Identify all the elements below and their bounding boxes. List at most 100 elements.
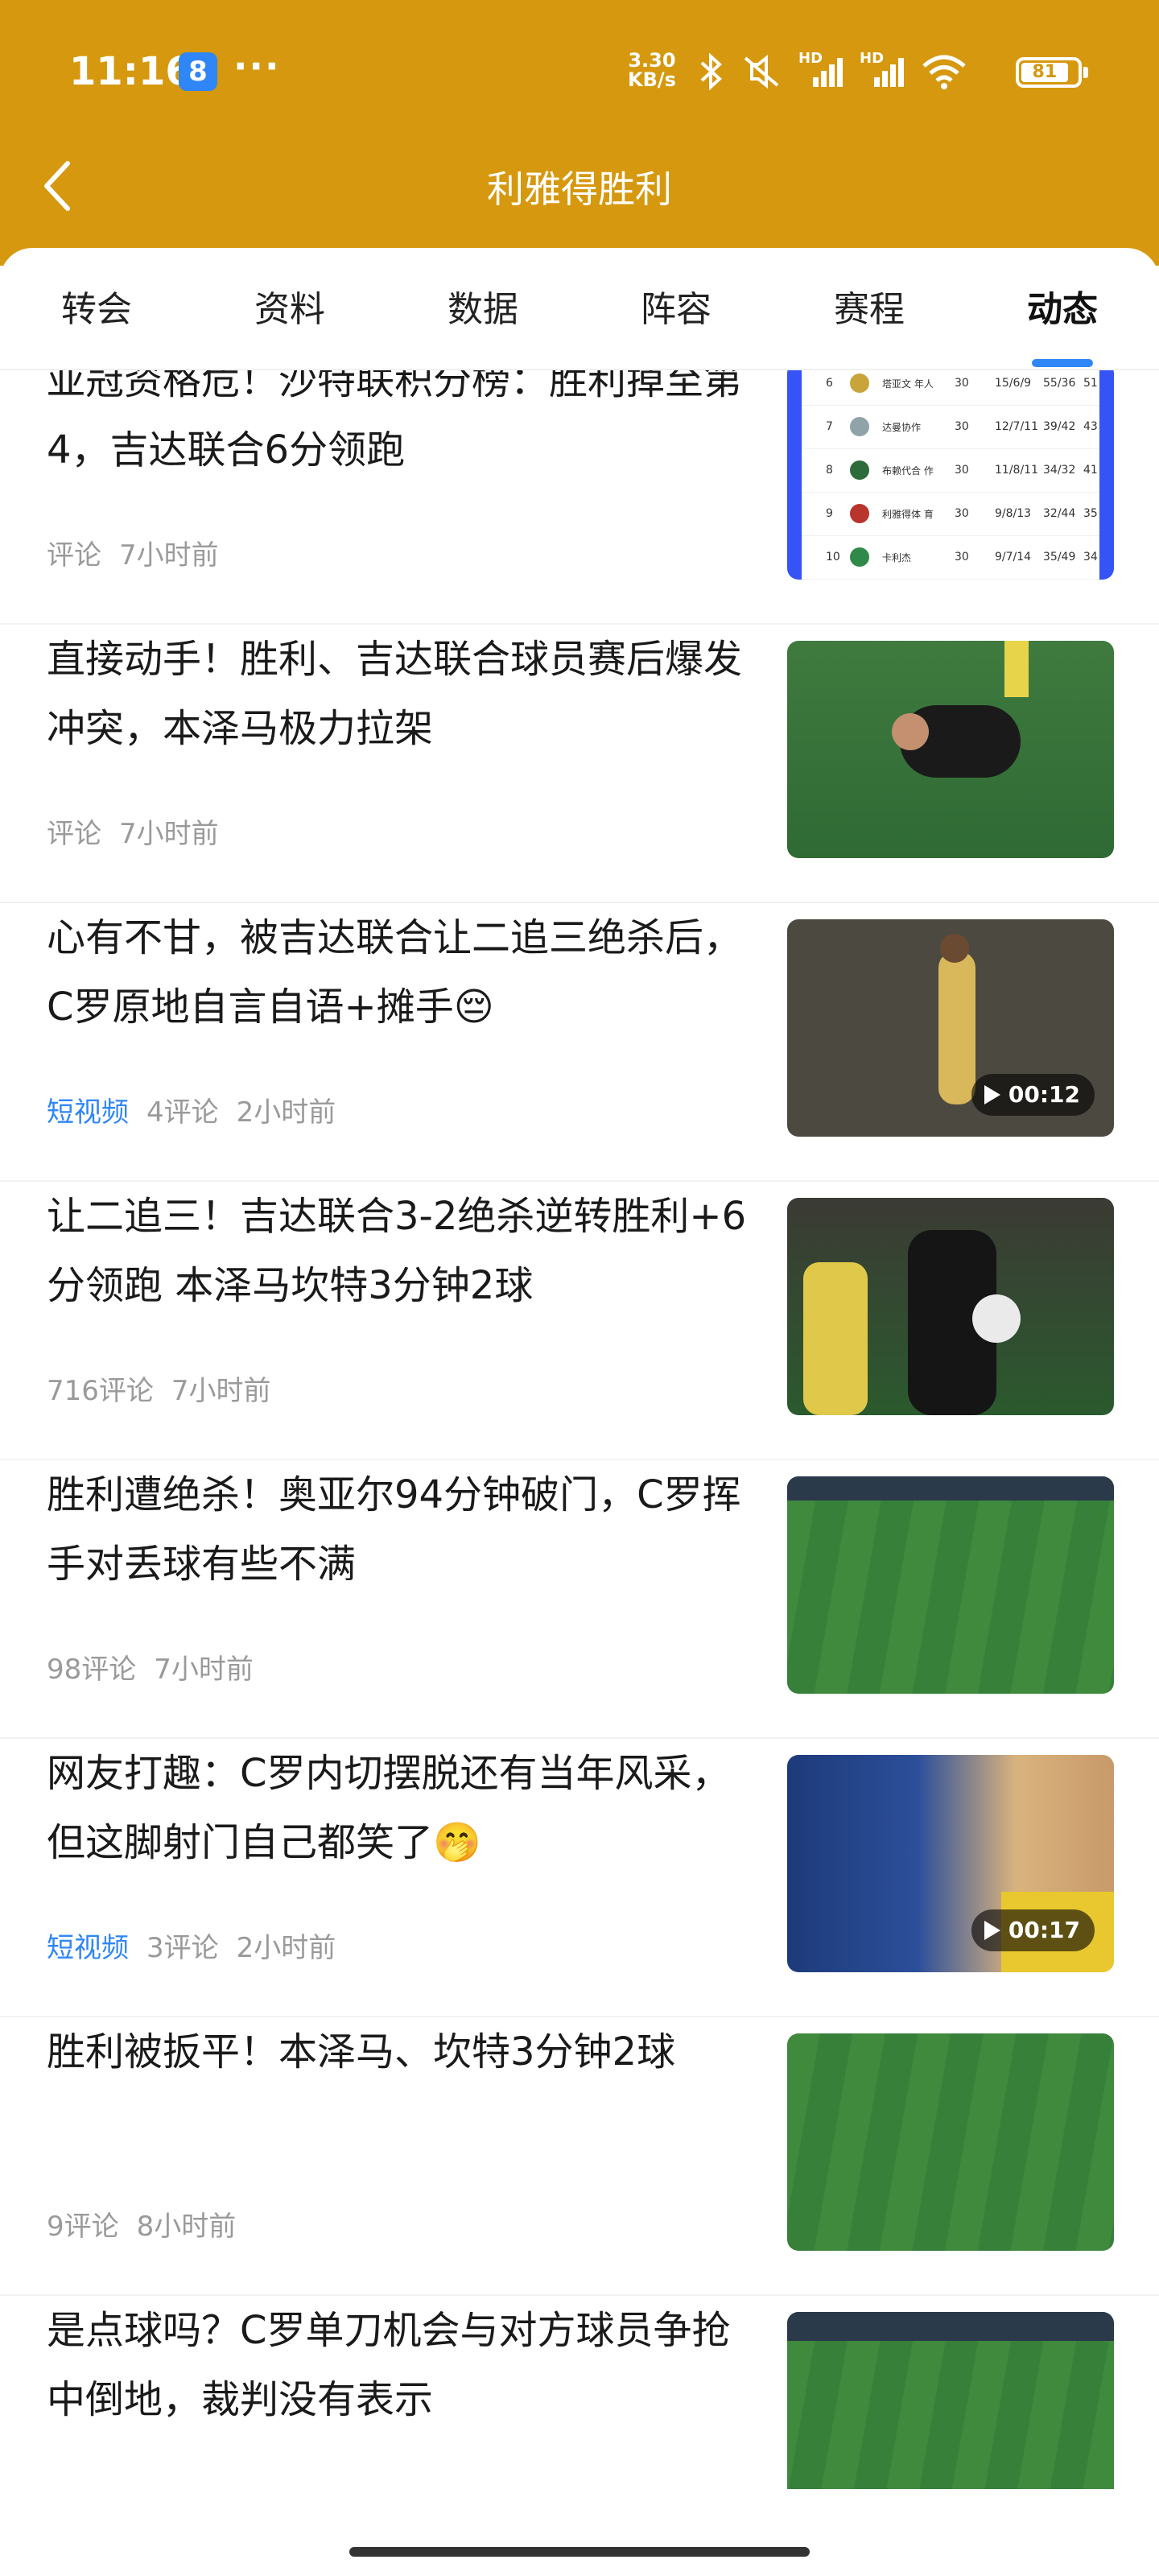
standings-wdl: 11/8/11 xyxy=(995,464,1038,477)
article-meta: 评论 7小时前 xyxy=(47,811,219,851)
article-thumbnail xyxy=(787,2033,1114,2251)
standings-rank: 9 xyxy=(826,507,833,520)
player-head xyxy=(940,934,969,963)
status-bar: 11:16 8 ··· 3.30 KB/s HD HD 81 xyxy=(0,44,1159,101)
standings-team: 塔亚文 年人 xyxy=(882,378,934,390)
player-legs xyxy=(1004,641,1029,697)
standings-row: 9 利雅得体 育 30 9/8/13 32/44 35 xyxy=(802,493,1099,536)
article-comments: 评论 xyxy=(47,818,101,850)
standings-wdl: 9/8/13 xyxy=(995,507,1032,520)
article-thumbnail xyxy=(787,2312,1114,2489)
short-video-tag[interactable]: 短视频 xyxy=(47,1096,129,1129)
stands xyxy=(787,2312,1114,2341)
standings-table-image: 6 塔亚文 年人 30 15/6/9 55/36 51 7 达曼协作 30 12… xyxy=(787,370,1114,580)
article-meta: 短视频 3评论 2小时前 xyxy=(47,1926,336,1965)
standings-rank: 8 xyxy=(826,464,833,477)
signal-2-icon: HD xyxy=(860,50,905,90)
player-figure xyxy=(803,1262,868,1415)
tab-profile[interactable]: 资料 xyxy=(209,280,370,332)
standings-row: 6 塔亚文 年人 30 15/6/9 55/36 51 xyxy=(802,370,1099,406)
article-time: 2小时前 xyxy=(236,1096,336,1129)
more-notifications-icon: ··· xyxy=(233,44,281,88)
list-item[interactable]: 胜利遭绝杀！奥亚尔94分钟破门，C罗挥手对丢球有些不满 98评论 7小时前 xyxy=(0,1460,1159,1739)
list-item[interactable]: 网友打趣：C罗内切摆脱还有当年风采，但这脚射门自己都笑了🤭 短视频 3评论 2小时前… xyxy=(0,1739,1159,2017)
video-duration-badge: 00:12 xyxy=(971,1074,1095,1116)
list-item[interactable]: 让二追三！吉达联合3-2绝杀逆转胜利+6分领跑 本泽马坎特3分钟2球 716评论… xyxy=(0,1182,1159,1460)
tab-active-indicator xyxy=(1032,359,1093,367)
standings-rank: 7 xyxy=(826,420,833,433)
standings-border-left xyxy=(787,370,802,580)
standings-row: 10 卡利杰 30 9/7/14 35/49 34 xyxy=(802,536,1099,580)
article-comments: 716评论 xyxy=(47,1375,154,1407)
standings-team: 卡利杰 xyxy=(882,552,912,564)
standings-points: 41 xyxy=(1083,464,1098,477)
standings-rank: 10 xyxy=(826,551,840,564)
video-duration: 00:12 xyxy=(1008,1081,1080,1108)
status-time: 11:16 xyxy=(69,49,192,94)
standings-team: 利雅得体 育 xyxy=(882,509,934,520)
team-logo-icon xyxy=(850,417,869,436)
tab-squad[interactable]: 阵容 xyxy=(596,280,757,332)
article-title: 胜利遭绝杀！奥亚尔94分钟破门，C罗挥手对丢球有些不满 xyxy=(47,1472,741,1587)
play-icon xyxy=(984,1085,1000,1104)
app-notification-icon: 8 xyxy=(179,52,217,91)
list-item[interactable]: 亚冠资格危！沙特联积分榜：胜利掉至第4，吉达联合6分领跑 评论 7小时前 6 塔亚… xyxy=(0,370,1159,625)
status-icons: HD HD xyxy=(697,50,967,93)
tab-bar: 转会 资料 数据 阵容 赛程 动态 xyxy=(0,248,1159,370)
short-video-tag[interactable]: 短视频 xyxy=(47,1932,129,1964)
team-logo-icon xyxy=(850,547,869,567)
team-logo-icon xyxy=(850,460,869,480)
standings-rank: 6 xyxy=(826,377,833,390)
standings-goals: 55/36 xyxy=(1043,377,1076,390)
home-indicator[interactable] xyxy=(349,2547,810,2557)
tab-transfers[interactable]: 转会 xyxy=(16,280,177,332)
team-logo-icon xyxy=(850,504,869,523)
list-item[interactable]: 直接动手！胜利、吉达联合球员赛后爆发冲突，本泽马极力拉架 评论 7小时前 xyxy=(0,625,1159,903)
tab-news[interactable]: 动态 xyxy=(982,280,1143,332)
standings-points: 43 xyxy=(1083,420,1098,433)
article-thumbnail xyxy=(787,641,1114,858)
signal-1-icon: HD xyxy=(798,50,843,90)
tab-stats[interactable]: 数据 xyxy=(402,280,563,332)
stands xyxy=(787,1476,1114,1501)
article-meta: 716评论 7小时前 xyxy=(47,1368,271,1408)
article-comments: 评论 xyxy=(47,539,101,572)
article-title: 直接动手！胜利、吉达联合球员赛后爆发冲突，本泽马极力拉架 xyxy=(47,637,743,751)
network-speed: 3.30 KB/s xyxy=(628,51,676,89)
list-item[interactable]: 是点球吗？C罗单刀机会与对方球员争抢中倒地，裁判没有表示 xyxy=(0,2296,1159,2528)
page-title: 利雅得胜利 xyxy=(487,167,672,211)
article-time: 8小时前 xyxy=(136,2211,237,2243)
team-logo-icon xyxy=(850,374,869,393)
tab-schedule[interactable]: 赛程 xyxy=(789,280,950,332)
article-thumbnail: 6 塔亚文 年人 30 15/6/9 55/36 51 7 达曼协作 30 12… xyxy=(787,370,1114,580)
article-title: 胜利被扳平！本泽马、坎特3分钟2球 xyxy=(47,2029,676,2074)
player-head xyxy=(892,713,929,750)
standings-goals: 35/49 xyxy=(1043,551,1076,564)
standings-goals: 32/44 xyxy=(1043,507,1076,520)
article-meta: 短视频 4评论 2小时前 xyxy=(47,1090,336,1129)
standings-wdl: 9/7/14 xyxy=(995,551,1032,564)
article-thumbnail xyxy=(787,1198,1114,1415)
battery-icon: 81 xyxy=(1016,57,1088,88)
ball xyxy=(972,1294,1021,1343)
standings-points: 51 xyxy=(1083,377,1098,390)
standings-played: 30 xyxy=(955,377,969,390)
standings-points: 34 xyxy=(1083,551,1098,564)
article-title: 让二追三！吉达联合3-2绝杀逆转胜利+6分领跑 本泽马坎特3分钟2球 xyxy=(47,1194,747,1308)
standings-row: 7 达曼协作 30 12/7/11 39/42 43 xyxy=(802,406,1099,449)
standings-goals: 39/42 xyxy=(1043,420,1076,433)
video-duration: 00:17 xyxy=(1008,1917,1080,1943)
article-title: 心有不甘，被吉达联合让二追三绝杀后，C罗原地自言自语+摊手😔 xyxy=(47,915,743,1030)
standings-team: 布赖代合 作 xyxy=(882,465,934,477)
list-item[interactable]: 心有不甘，被吉达联合让二追三绝杀后，C罗原地自言自语+摊手😔 短视频 4评论 2小时… xyxy=(0,903,1159,1182)
nav-bar: 利雅得胜利 xyxy=(0,141,1159,229)
article-time: 7小时前 xyxy=(119,818,219,850)
article-thumbnail: 00:12 xyxy=(787,919,1114,1137)
list-item[interactable]: 胜利被扳平！本泽马、坎特3分钟2球 9评论 8小时前 xyxy=(0,2017,1159,2296)
standings-team: 达曼协作 xyxy=(882,422,922,433)
article-comments: 3评论 xyxy=(146,1932,219,1964)
article-comments: 4评论 xyxy=(146,1096,219,1129)
player-figure xyxy=(938,952,975,1104)
standings-wdl: 15/6/9 xyxy=(995,377,1032,390)
article-title: 网友打趣：C罗内切摆脱还有当年风采，但这脚射门自己都笑了🤭 xyxy=(47,1751,731,1865)
